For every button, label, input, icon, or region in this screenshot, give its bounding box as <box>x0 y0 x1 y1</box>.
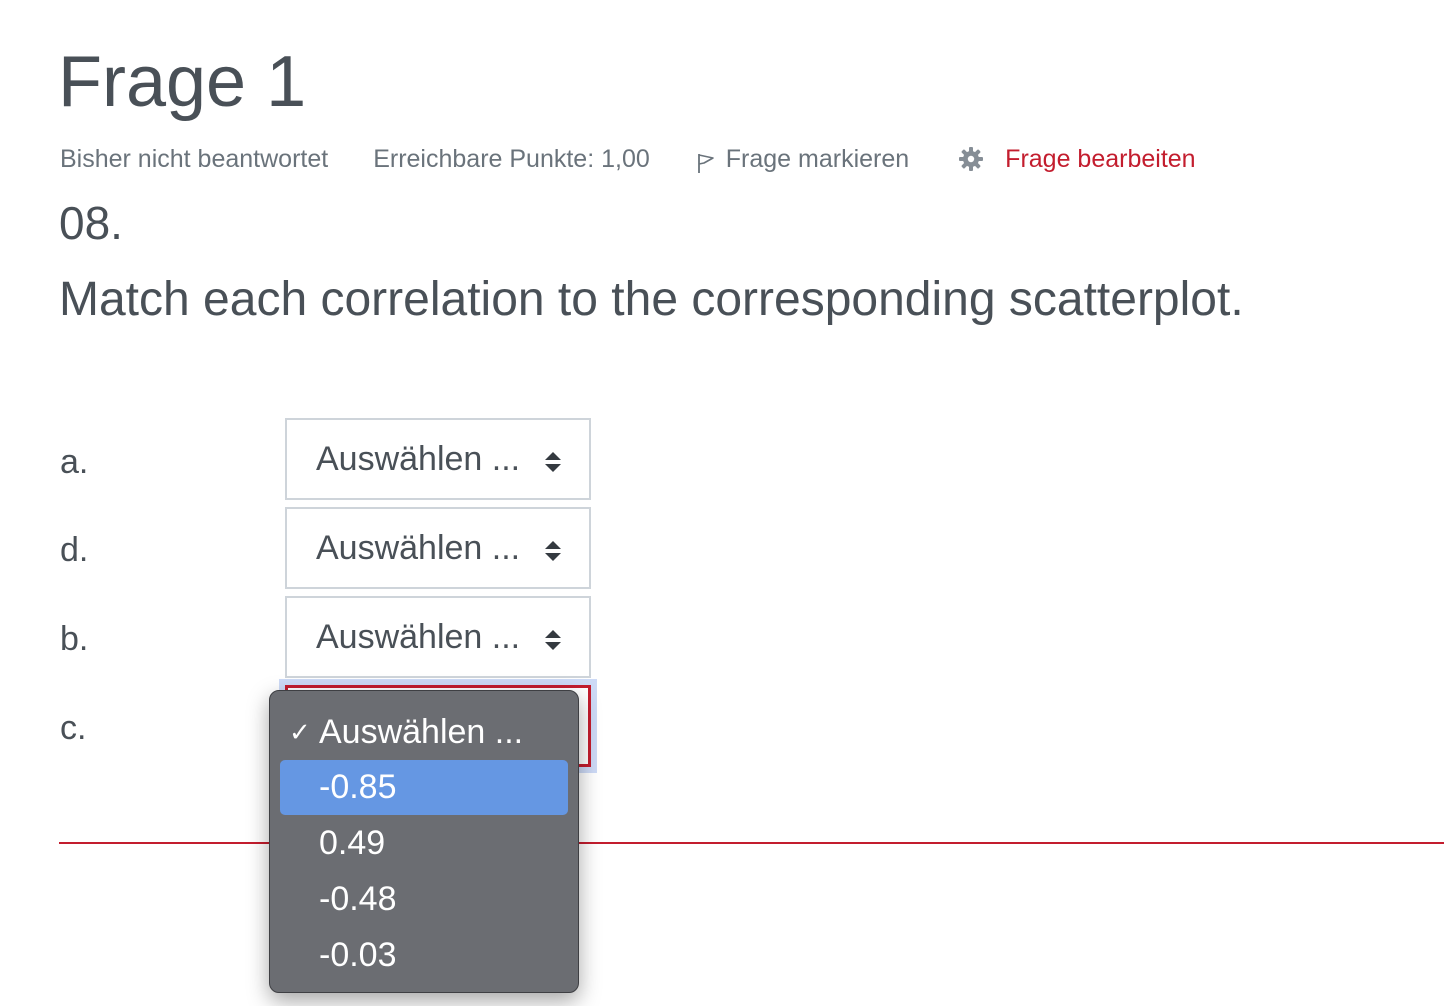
select-a[interactable]: Auswählen ... <box>285 418 591 500</box>
question-points: Erreichbare Punkte: 1,00 <box>373 144 650 173</box>
dropdown-option[interactable]: -0.48 <box>280 872 568 927</box>
select-b[interactable]: Auswählen ... <box>285 596 591 678</box>
edit-question-label: Frage bearbeiten <box>1005 144 1196 173</box>
row-label-d: d. <box>60 531 89 569</box>
select-d[interactable]: Auswählen ... <box>285 507 591 589</box>
dropdown-option-label: -0.85 <box>319 768 397 806</box>
question-number: 08. <box>59 197 123 249</box>
dropdown-option-label: -0.03 <box>319 936 397 974</box>
select-b-value: Auswählen ... <box>316 617 521 656</box>
select-arrows-icon <box>545 541 561 561</box>
row-label-a: a. <box>60 443 89 481</box>
flag-icon <box>697 154 714 173</box>
question-page: Frage 1 Bisher nicht beantwortet Erreich… <box>0 0 1444 1006</box>
dropdown-option[interactable]: 0.49 <box>280 816 568 871</box>
question-text: Match each correlation to the correspond… <box>59 273 1244 326</box>
page-title: Frage 1 <box>58 42 307 122</box>
question-status: Bisher nicht beantwortet <box>60 144 329 173</box>
row-label-b: b. <box>60 620 89 658</box>
flag-question-link[interactable]: Frage markieren <box>696 144 909 174</box>
flag-question-label: Frage markieren <box>725 144 910 173</box>
checkmark-icon: ✓ <box>289 717 311 747</box>
dropdown-option-label: 0.49 <box>319 824 386 862</box>
edit-question-link[interactable]: Frage bearbeiten <box>958 144 1196 174</box>
row-label-c: c. <box>60 709 87 747</box>
dropdown-option[interactable]: -0.03 <box>280 928 568 983</box>
dropdown-option-label: -0.48 <box>319 880 397 918</box>
select-d-value: Auswählen ... <box>316 528 521 567</box>
divider <box>59 842 1444 844</box>
select-c-dropdown-menu: ✓ Auswählen ... -0.85 0.49 -0.48 -0.03 <box>269 690 579 993</box>
dropdown-option-label: Auswählen ... <box>319 713 524 751</box>
select-arrows-icon <box>545 452 561 472</box>
dropdown-option-selected[interactable]: ✓ Auswählen ... <box>280 705 568 760</box>
question-info: Bisher nicht beantwortet Erreichbare Pun… <box>60 142 1196 176</box>
select-arrows-icon <box>545 630 561 650</box>
gear-icon <box>959 147 984 171</box>
select-a-value: Auswählen ... <box>316 439 521 478</box>
dropdown-option-highlighted[interactable]: -0.85 <box>280 760 568 815</box>
